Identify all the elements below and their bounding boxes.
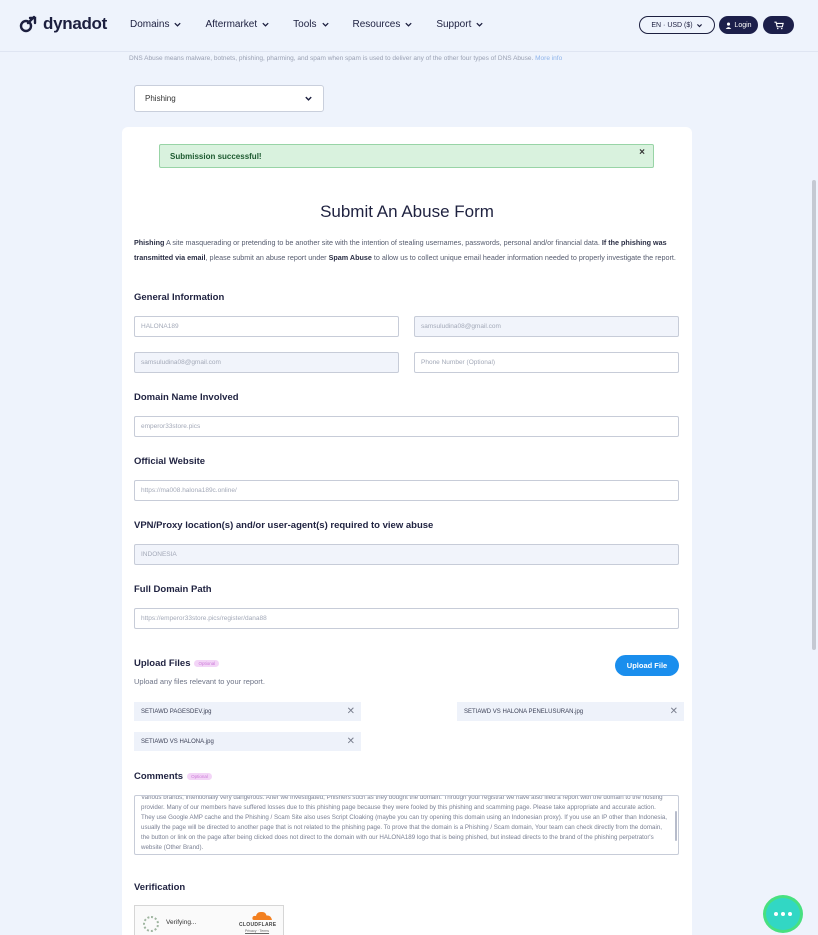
cloud-icon bbox=[252, 911, 272, 920]
brand-name: dynadot bbox=[43, 14, 108, 33]
comments-scrollbar[interactable] bbox=[675, 811, 677, 841]
cloudflare-captcha-widget[interactable]: Verifying... CLOUDFLARE Privacy · Terms bbox=[134, 905, 284, 935]
nav-tools-label: Tools bbox=[293, 19, 317, 30]
nav-resources[interactable]: Resources bbox=[353, 19, 414, 30]
chevron-down-icon bbox=[305, 96, 312, 101]
uploaded-file-item: SETIAWD PAGESDEV.jpg ✕ bbox=[134, 702, 361, 721]
upload-file-button[interactable]: Upload File bbox=[615, 655, 679, 676]
abuse-type-select[interactable]: Phishing bbox=[134, 85, 324, 112]
general-info-label: General Information bbox=[134, 292, 225, 303]
loading-spinner-icon bbox=[143, 916, 159, 932]
optional-badge: Optional bbox=[187, 772, 212, 780]
comments-label: Comments bbox=[134, 771, 184, 782]
full-domain-path-field[interactable]: https://emperor33store.pics/register/dan… bbox=[134, 608, 679, 629]
nav-support[interactable]: Support bbox=[436, 19, 484, 30]
nav-resources-label: Resources bbox=[352, 19, 401, 30]
name-field[interactable]: HALONA189 bbox=[134, 316, 399, 337]
cloudflare-logo: CLOUDFLARE Privacy · Terms bbox=[239, 910, 277, 933]
nav-tools[interactable]: Tools bbox=[293, 19, 329, 30]
captcha-status: Verifying... bbox=[166, 919, 197, 926]
abuse-type-description: Phishing A site masquerading or pretendi… bbox=[134, 236, 679, 265]
page-scrollbar[interactable] bbox=[812, 180, 816, 650]
description-bold-3: Spam Abuse bbox=[328, 252, 372, 262]
uploaded-file-name: SETIAWD PAGESDEV.jpg bbox=[141, 708, 212, 715]
captcha-links[interactable]: Privacy · Terms bbox=[245, 929, 277, 933]
nav-aftermarket[interactable]: Aftermarket bbox=[205, 19, 270, 30]
uploaded-file-item: SETIAWD VS HALONA.jpg ✕ bbox=[134, 732, 361, 751]
dns-abuse-note: DNS Abuse means malware, botnets, phishi… bbox=[129, 55, 562, 62]
cart-icon bbox=[773, 21, 784, 29]
domain-name-label: Domain Name Involved bbox=[134, 392, 239, 403]
cart-button[interactable] bbox=[763, 16, 794, 34]
vpn-location-field[interactable]: INDONESIA bbox=[134, 544, 679, 565]
comments-heading: Comments Optional bbox=[134, 771, 212, 782]
remove-file-icon[interactable]: ✕ bbox=[347, 736, 355, 747]
full-domain-path-label: Full Domain Path bbox=[134, 584, 212, 595]
phone-field[interactable]: Phone Number (Optional) bbox=[414, 352, 679, 373]
chevron-down-icon bbox=[696, 23, 702, 27]
description-term: Phishing bbox=[134, 238, 165, 247]
more-info-link[interactable]: More info bbox=[535, 55, 562, 62]
chevron-down-icon bbox=[321, 22, 329, 27]
success-alert-message: Submission successful! bbox=[170, 151, 262, 161]
confirm-email-field[interactable]: samsuludina08@gmail.com bbox=[134, 352, 399, 373]
official-website-field[interactable]: https://ma008.halona189c.online/ bbox=[134, 480, 679, 501]
comments-text: Various brands, intentionally very dange… bbox=[141, 795, 668, 851]
description-text-1: A site masquerading or pretending to be … bbox=[164, 238, 602, 247]
form-title: Submit An Abuse Form bbox=[320, 202, 494, 221]
user-icon bbox=[726, 22, 732, 29]
login-label: Login bbox=[734, 21, 752, 29]
uploaded-file-name: SETIAWD VS HALONA.jpg bbox=[141, 738, 214, 745]
verification-label: Verification bbox=[134, 882, 186, 893]
chevron-down-icon bbox=[174, 22, 182, 27]
chevron-down-icon bbox=[476, 22, 484, 27]
close-icon[interactable]: × bbox=[639, 147, 645, 158]
domain-name-field[interactable]: emperor33store.pics bbox=[134, 416, 679, 437]
comments-textarea[interactable]: Various brands, intentionally very dange… bbox=[134, 795, 679, 855]
upload-files-label: Upload Files bbox=[134, 658, 191, 669]
chevron-down-icon bbox=[262, 22, 269, 27]
login-button[interactable]: Login bbox=[719, 16, 758, 34]
nav-domains[interactable]: Domains bbox=[130, 19, 182, 30]
language-currency-label: EN · USD ($) bbox=[651, 21, 693, 29]
uploaded-file-item: SETIAWD VS HALONA PENELUSURAN.jpg ✕ bbox=[457, 702, 684, 721]
dns-abuse-note-text: DNS Abuse means malware, botnets, phishi… bbox=[129, 55, 534, 62]
chat-dot-icon bbox=[774, 912, 778, 916]
nav-aftermarket-label: Aftermarket bbox=[205, 19, 258, 30]
upload-hint: Upload any files relevant to your report… bbox=[134, 677, 265, 686]
chat-dot-icon bbox=[788, 912, 792, 916]
abuse-type-value: Phishing bbox=[145, 94, 176, 103]
official-website-label: Official Website bbox=[134, 456, 206, 467]
language-currency-button[interactable]: EN · USD ($) bbox=[639, 16, 715, 34]
uploaded-file-name: SETIAWD VS HALONA PENELUSURAN.jpg bbox=[464, 708, 584, 715]
chat-dot-icon bbox=[781, 912, 785, 916]
top-navigation-bar: dynadot Domains Aftermarket Tools Resour… bbox=[0, 0, 818, 52]
vpn-location-label: VPN/Proxy location(s) and/or user-agent(… bbox=[134, 520, 434, 531]
chat-button[interactable] bbox=[763, 895, 803, 933]
email-field[interactable]: samsuludina08@gmail.com bbox=[414, 316, 679, 337]
success-alert: Submission successful! × bbox=[159, 144, 654, 168]
remove-file-icon[interactable]: ✕ bbox=[670, 706, 678, 717]
nav-support-label: Support bbox=[436, 19, 472, 30]
remove-file-icon[interactable]: ✕ bbox=[347, 706, 355, 717]
main-nav: Domains Aftermarket Tools Resources Supp… bbox=[130, 19, 507, 30]
optional-badge: Optional bbox=[194, 659, 220, 667]
description-text-2: , please submit an abuse report under bbox=[205, 252, 329, 262]
description-text-3: to allow us to collect unique email head… bbox=[371, 252, 676, 262]
upload-files-heading: Upload Files Optional bbox=[134, 658, 220, 669]
dynadot-logo-icon bbox=[19, 15, 37, 33]
dynadot-logo[interactable]: dynadot bbox=[19, 14, 107, 34]
cloudflare-wordmark: CLOUDFLARE bbox=[239, 922, 277, 928]
nav-domains-label: Domains bbox=[130, 19, 170, 30]
chevron-down-icon bbox=[405, 22, 412, 27]
